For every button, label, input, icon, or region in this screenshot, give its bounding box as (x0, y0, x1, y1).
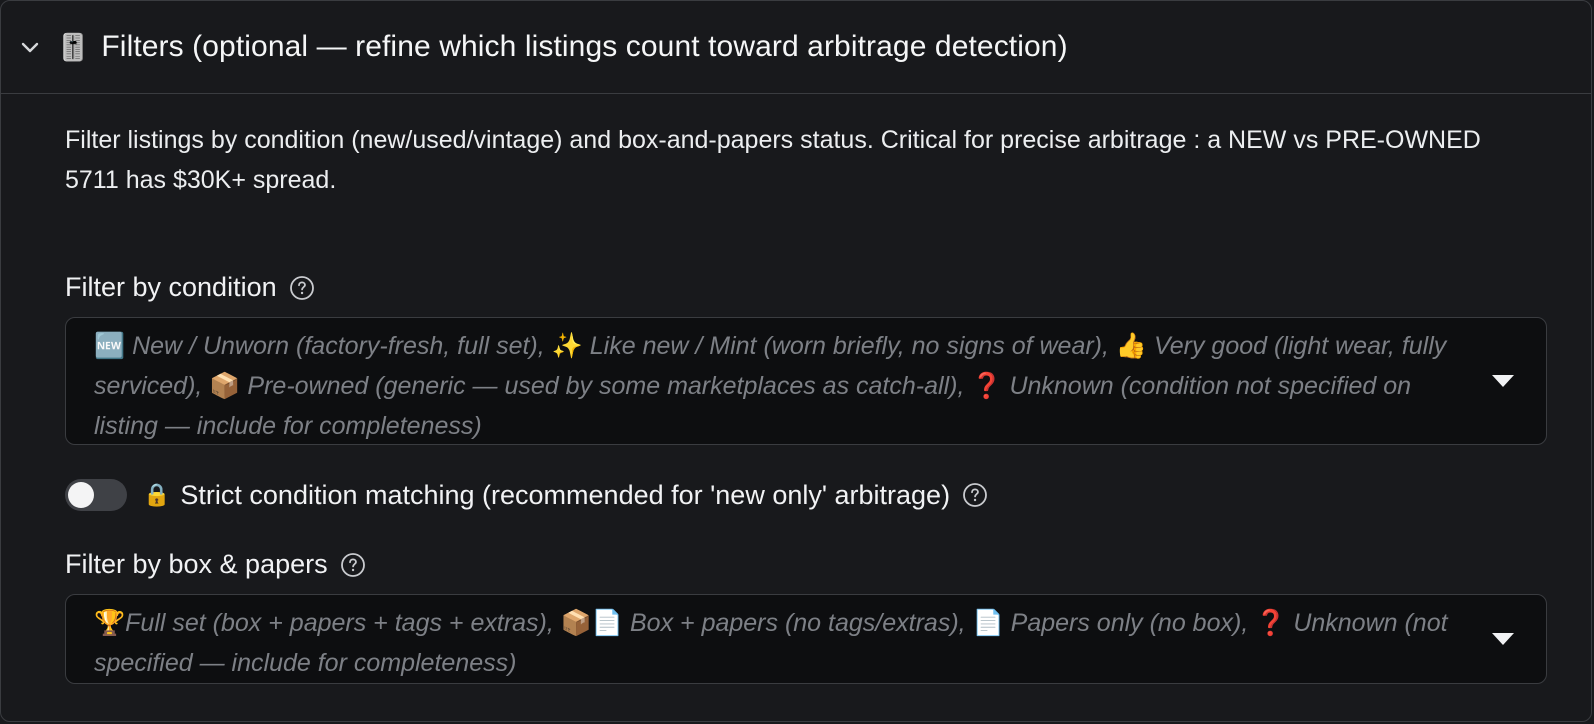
condition-option: 🆕 New / Unworn (factory-fresh, full set)… (94, 332, 545, 360)
dropdown-caret-icon[interactable] (1492, 375, 1514, 387)
box-papers-multiselect[interactable]: 🏆Full set (box + papers + tags + extras)… (65, 594, 1547, 684)
filters-panel: 🎚️ Filters (optional — refine which list… (0, 0, 1592, 722)
chevron-down-icon[interactable] (19, 36, 41, 58)
box-papers-option: 🏆Full set (box + papers + tags + extras)… (94, 609, 554, 637)
condition-option: ✨ Like new / Mint (worn briefly, no sign… (551, 332, 1109, 360)
strict-toggle-label: Strict condition matching (recommended f… (180, 479, 951, 510)
question-mark-icon: ❓ (1255, 609, 1287, 637)
sparkles-icon: ✨ (551, 332, 583, 360)
box-papers-option: 📄 Papers only (no box), (972, 609, 1249, 637)
condition-label-row: Filter by condition (65, 272, 1527, 303)
new-icon: 🆕 (94, 332, 126, 360)
condition-label: Filter by condition (65, 272, 277, 302)
help-icon[interactable] (340, 552, 366, 578)
box-papers-label: Filter by box & papers (65, 549, 328, 579)
box-papers-label-row: Filter by box & papers (65, 549, 1527, 580)
package-icon: 📦 (209, 372, 241, 400)
box-papers-option: 📦📄 Box + papers (no tags/extras), (560, 609, 966, 637)
help-icon[interactable] (962, 482, 988, 508)
document-icon: 📄 (972, 609, 1004, 637)
strict-condition-toggle[interactable] (65, 479, 127, 511)
question-mark-icon: ❓ (971, 372, 1003, 400)
strict-toggle-row: 🔒 Strict condition matching (recommended… (65, 479, 1527, 511)
slider-icon: 🎚️ (57, 31, 90, 62)
condition-multiselect[interactable]: 🆕 New / Unworn (factory-fresh, full set)… (65, 317, 1547, 445)
condition-option: 📦 Pre-owned (generic — used by some mark… (209, 372, 965, 400)
filters-body: Filter listings by condition (new/used/v… (1, 120, 1591, 684)
lock-icon: 🔒 (143, 482, 171, 507)
toggle-knob (68, 482, 94, 508)
section-description: Filter listings by condition (new/used/v… (65, 126, 1481, 194)
help-icon[interactable] (289, 275, 315, 301)
filters-header[interactable]: 🎚️ Filters (optional — refine which list… (1, 1, 1591, 94)
dropdown-caret-icon[interactable] (1492, 633, 1514, 645)
trophy-icon: 🏆 (94, 609, 126, 637)
section-title: Filters (optional — refine which listing… (101, 30, 1068, 63)
box-document-icon: 📦📄 (560, 609, 624, 637)
thumbs-up-icon: 👍 (1115, 332, 1148, 360)
